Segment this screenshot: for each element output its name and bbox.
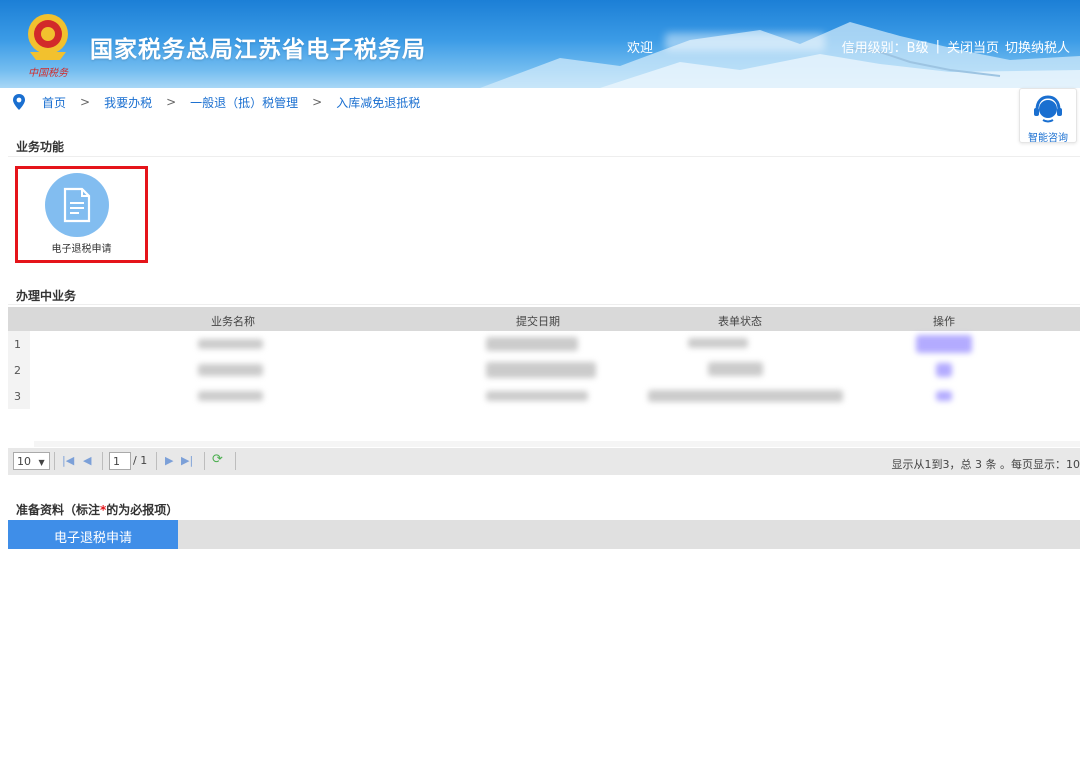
materials-title-prefix: 准备资料（标注 [16,503,101,517]
table-row[interactable]: 1 [8,331,1080,357]
column-header-status[interactable]: 表单状态 [718,313,762,329]
tax-emblem-icon: 中国税务 [28,14,69,79]
divider [54,452,55,470]
table-header: 业务名称 提交日期 表单状态 操作 [8,307,1080,331]
e-refund-application-tile[interactable]: 电子退税申请 [15,166,148,263]
redacted-status [708,362,763,376]
divider [102,452,103,470]
last-page-icon[interactable]: ▶| [181,454,193,467]
function-label: 电子退税申请 [51,244,112,255]
consult-label: 智能咨询 [1028,133,1068,144]
breadcrumb-current[interactable]: 入库减免退抵税 [336,94,420,111]
table-row[interactable]: 2 [8,357,1080,383]
column-header-date[interactable]: 提交日期 [516,313,560,329]
page-number-input[interactable]: 1 [109,452,131,470]
breadcrumb-separator: > [312,95,323,109]
next-page-icon[interactable]: ▶ [165,454,173,467]
pagination-bar: 10 ▼ |◀ ◀ 1 / 1 ▶ ▶| ⟳ 显示从1到3，总 3 条 。每页显… [8,448,1080,475]
breadcrumb-separator: > [166,95,177,109]
table-row[interactable]: 3 [8,383,1080,409]
switch-taxpayer-link[interactable]: 切换纳税人 [1005,37,1070,56]
site-title: 国家税务总局江苏省电子税务局 [90,37,426,63]
total-pages: / 1 [133,454,148,467]
redacted-name [198,391,263,401]
redacted-date [486,337,578,351]
breadcrumb-refund-management[interactable]: 一般退（抵）税管理 [190,94,298,111]
functions-title: 业务功能 [16,140,65,154]
column-header-action[interactable]: 操作 [933,313,955,329]
close-page-link[interactable]: 关闭当页 [947,37,999,56]
row-number: 1 [8,331,30,357]
headset-icon [1034,95,1062,123]
divider [156,452,157,470]
redacted-date [486,362,596,378]
page-size-select[interactable]: 10 ▼ [13,452,50,470]
prev-page-icon[interactable]: ◀ [83,454,91,467]
location-pin-icon [13,94,25,110]
column-header-name[interactable]: 业务名称 [211,313,255,329]
row-number: 3 [8,383,30,409]
breadcrumb-tax-service[interactable]: 我要办税 [104,94,152,111]
divider [235,452,236,470]
divider [8,156,1080,157]
horizontal-scrollbar[interactable] [34,441,1080,447]
separator: | [935,39,940,54]
breadcrumb: 首页 > 我要办税 > 一般退（抵）税管理 > 入库减免退抵税 [12,93,420,111]
function-icon-circle [45,173,109,237]
redacted-status [648,390,843,402]
tab-e-refund-application[interactable]: 电子退税申请 [8,520,178,549]
breadcrumb-home[interactable]: 首页 [42,94,66,111]
page-size-value: 10 [17,455,31,468]
chevron-down-icon: ▼ [38,458,45,467]
site-header: 中国税务 国家税务总局江苏省电子税务局 欢迎 信用级别：B级 | 关闭当页 切换… [0,0,1080,88]
redacted-name [198,339,263,349]
materials-title: 准备资料（标注*的为必报项） [16,501,178,518]
in-progress-title: 办理中业务 [16,289,77,303]
redacted-date [486,391,588,401]
header-actions: 信用级别：B级 | 关闭当页 切换纳税人 [842,37,1070,56]
svg-text:中国税务: 中国税务 [28,67,69,79]
divider [8,304,1080,305]
username-redacted [665,33,825,51]
first-page-icon[interactable]: |◀ [62,454,74,467]
redacted-name [198,364,263,376]
action-link[interactable] [916,335,972,353]
welcome-text: 欢迎 [627,41,654,56]
materials-title-suffix: 的为必报项） [106,503,179,517]
refresh-icon[interactable]: ⟳ [212,452,223,467]
materials-tab-bar: 电子退税申请 [8,520,1080,549]
divider [204,452,205,470]
smart-consult-button[interactable]: 智能咨询 [1019,88,1077,144]
action-link[interactable] [936,391,952,401]
redacted-status [688,338,748,348]
breadcrumb-separator: > [80,95,91,109]
pagination-summary: 显示从1到3，总 3 条 。每页显示：10 [891,458,1080,471]
action-link[interactable] [936,363,952,377]
credit-rating: 信用级别：B级 [841,41,929,56]
document-icon [63,187,91,223]
row-number: 2 [8,357,30,383]
